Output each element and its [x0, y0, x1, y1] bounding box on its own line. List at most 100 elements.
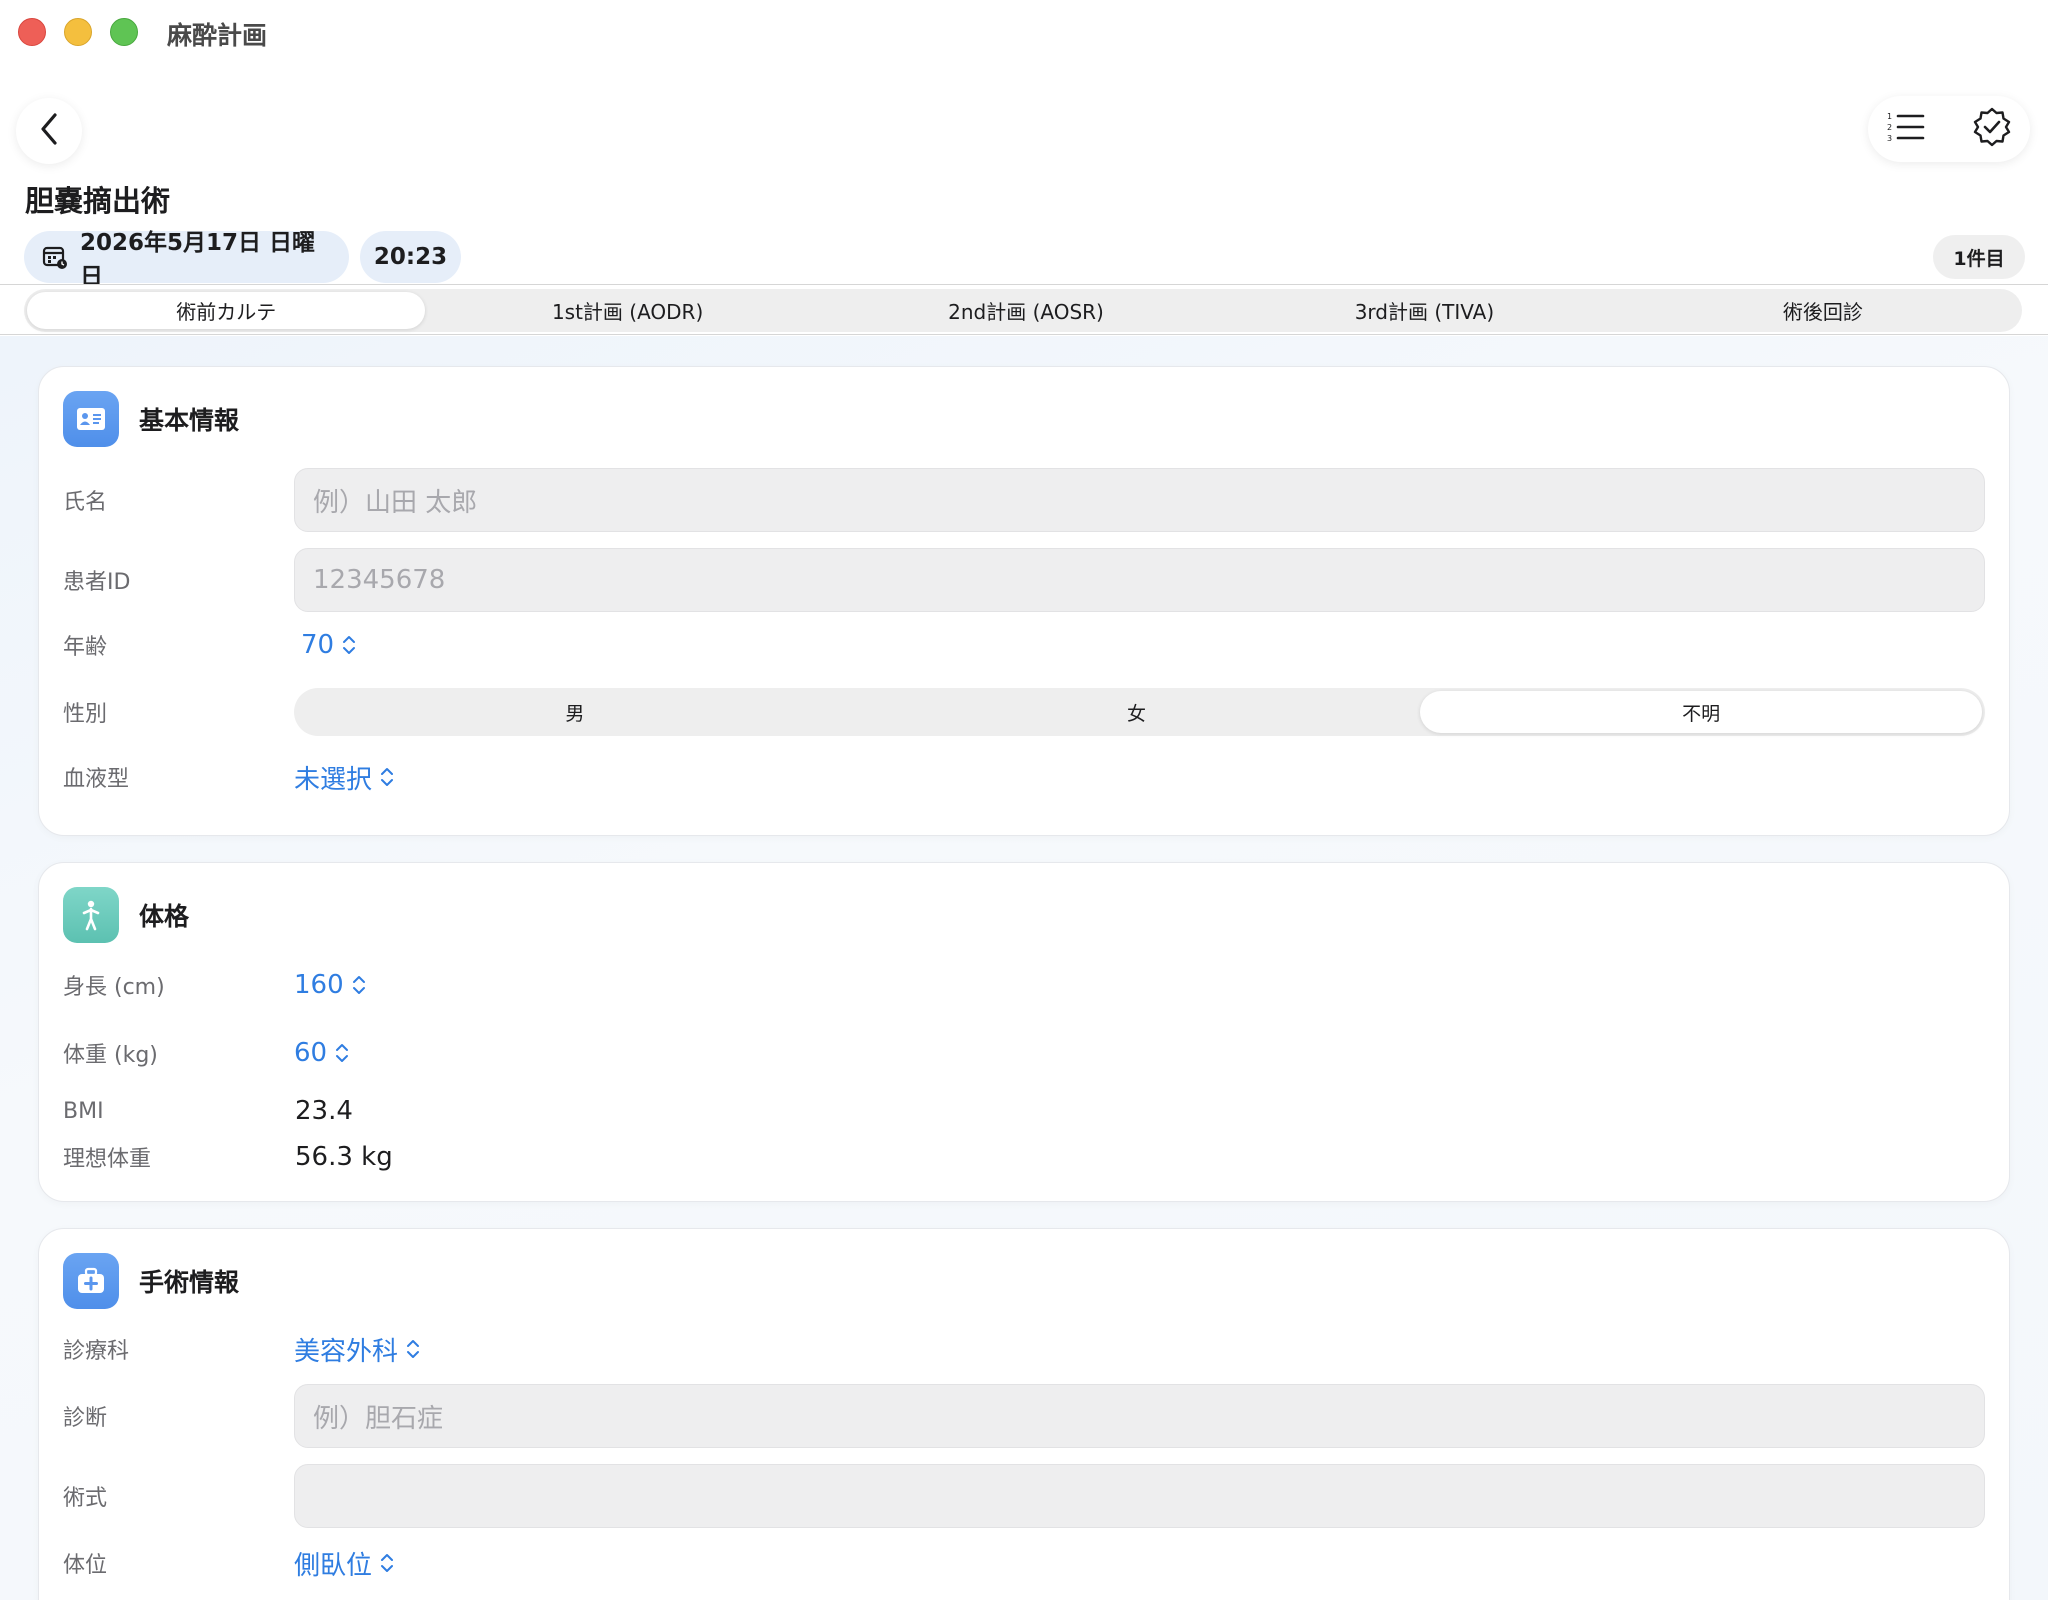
app-title: 麻酔計画 — [167, 21, 268, 50]
age-label: 年齢 — [63, 635, 108, 660]
height-label: 身長 (cm) — [63, 975, 165, 1000]
department-row: 診療科 美容外科 — [63, 1329, 1985, 1369]
height-row: 身長 (cm) 160 — [63, 965, 1985, 1005]
calendar-icon — [42, 244, 68, 270]
tab-third-plan[interactable]: 3rd計画 (TIVA) — [1225, 289, 1623, 332]
form-scroll-area[interactable]: 基本情報 氏名 例）山田 太郎 患者ID 12345678 年齢 70 性別 男… — [0, 336, 2048, 1600]
name-label: 氏名 — [63, 490, 108, 515]
surgery-info-header: 手術情報 — [63, 1253, 239, 1309]
name-placeholder: 例）山田 太郎 — [313, 487, 478, 518]
list-button[interactable]: 1 2 3 — [1886, 109, 1926, 149]
sex-option-unknown[interactable]: 不明 — [1420, 691, 1983, 733]
close-window-button[interactable] — [18, 18, 46, 46]
procedure-label: 術式 — [63, 1486, 108, 1511]
age-picker[interactable]: 70 — [301, 630, 356, 660]
tab-bar-container: 術前カルテ 1st計画 (AODR) 2nd計画 (AOSR) 3rd計画 (T… — [0, 284, 2048, 335]
svg-text:3: 3 — [1887, 134, 1892, 143]
blood-type-value: 未選択 — [294, 764, 373, 795]
ideal-weight-row: 理想体重 56.3 kg — [63, 1139, 1985, 1175]
title-bar: 麻酔計画 — [0, 0, 2048, 64]
weight-picker[interactable]: 60 — [294, 1038, 349, 1068]
chevron-up-down-icon — [335, 1042, 349, 1064]
basic-info-title: 基本情報 — [139, 406, 240, 435]
blood-type-picker[interactable]: 未選択 — [294, 759, 394, 796]
sex-option-male[interactable]: 男 — [294, 688, 856, 736]
basic-info-card: 基本情報 氏名 例）山田 太郎 患者ID 12345678 年齢 70 性別 男… — [38, 366, 2010, 836]
chevron-up-down-icon — [406, 1338, 420, 1360]
tab-first-plan[interactable]: 1st計画 (AODR) — [428, 289, 826, 332]
physique-card: 体格 身長 (cm) 160 体重 (kg) 60 BMI 23.4 理想体重 … — [38, 862, 2010, 1202]
bmi-value: 23.4 — [295, 1096, 353, 1126]
weight-row: 体重 (kg) 60 — [63, 1033, 1985, 1073]
record-count-badge[interactable]: 1件目 — [1933, 235, 2025, 279]
procedure-input[interactable] — [294, 1464, 1985, 1528]
toolbar-actions: 1 2 3 — [1868, 96, 2030, 162]
patient-id-input[interactable]: 12345678 — [294, 548, 1985, 612]
patient-id-row: 患者ID 12345678 — [63, 547, 1985, 613]
diagnosis-label: 診断 — [63, 1406, 108, 1431]
time-label: 20:23 — [373, 244, 448, 270]
chevron-up-down-icon — [380, 1552, 394, 1574]
physique-header: 体格 — [63, 887, 189, 943]
diagnosis-placeholder: 例）胆石症 — [313, 1403, 444, 1434]
department-picker[interactable]: 美容外科 — [294, 1331, 420, 1368]
patient-id-placeholder: 12345678 — [313, 565, 446, 595]
date-label: 2026年5月17日 日曜日 — [80, 230, 316, 290]
minimize-window-button[interactable] — [64, 18, 92, 46]
page-title: 胆嚢摘出術 — [25, 184, 171, 218]
medical-kit-icon — [63, 1253, 119, 1309]
height-picker[interactable]: 160 — [294, 970, 366, 1000]
tab-second-plan[interactable]: 2nd計画 (AOSR) — [827, 289, 1225, 332]
weight-label: 体重 (kg) — [63, 1043, 158, 1068]
record-count-label: 1件目 — [1953, 247, 2005, 270]
time-picker[interactable]: 20:23 — [360, 231, 461, 283]
name-input[interactable]: 例）山田 太郎 — [294, 468, 1985, 532]
name-row: 氏名 例）山田 太郎 — [63, 467, 1985, 533]
person-standing-icon — [63, 887, 119, 943]
age-row: 年齢 70 — [63, 625, 1985, 665]
bmi-label: BMI — [63, 1098, 104, 1124]
procedure-row: 術式 — [63, 1463, 1985, 1529]
tab-preop-chart[interactable]: 術前カルテ — [27, 292, 426, 329]
chevron-up-down-icon — [342, 634, 356, 656]
blood-type-row: 血液型 未選択 — [63, 757, 1985, 797]
basic-info-header: 基本情報 — [63, 391, 239, 447]
bmi-row: BMI 23.4 — [63, 1093, 1985, 1129]
height-value: 160 — [294, 970, 344, 1000]
svg-text:1: 1 — [1887, 112, 1892, 121]
position-picker[interactable]: 側臥位 — [294, 1545, 394, 1582]
patient-id-label: 患者ID — [63, 570, 131, 595]
diagnosis-input[interactable]: 例）胆石症 — [294, 1384, 1985, 1448]
diagnosis-row: 診断 例）胆石症 — [63, 1383, 1985, 1449]
position-label: 体位 — [63, 1553, 108, 1578]
surgery-info-title: 手術情報 — [139, 1268, 240, 1297]
confirm-button[interactable] — [1972, 107, 2012, 151]
ideal-weight-value: 56.3 kg — [295, 1142, 393, 1172]
physique-title: 体格 — [139, 902, 190, 931]
zoom-window-button[interactable] — [110, 18, 138, 46]
surgery-info-card: 手術情報 診療科 美容外科 診断 例）胆石症 術式 体位 側臥位 — [38, 1228, 2010, 1600]
date-picker[interactable]: 2026年5月17日 日曜日 — [24, 230, 349, 290]
sex-row: 性別 男 女 不明 — [63, 687, 1985, 737]
ideal-weight-label: 理想体重 — [63, 1147, 152, 1172]
back-button[interactable] — [16, 98, 82, 164]
sex-option-female[interactable]: 女 — [856, 688, 1418, 736]
svg-text:2: 2 — [1887, 123, 1892, 132]
chevron-up-down-icon — [352, 974, 366, 996]
chevron-left-icon — [38, 112, 60, 150]
sex-label: 性別 — [63, 702, 108, 727]
age-value: 70 — [301, 630, 335, 660]
position-row: 体位 側臥位 — [63, 1543, 1985, 1583]
blood-type-label: 血液型 — [63, 767, 130, 792]
department-label: 診療科 — [63, 1339, 130, 1364]
checkmark-seal-icon — [1972, 107, 2012, 151]
weight-value: 60 — [294, 1038, 328, 1068]
department-value: 美容外科 — [294, 1336, 399, 1367]
chevron-up-down-icon — [380, 766, 394, 788]
sex-segmented-control: 男 女 不明 — [294, 688, 1985, 736]
id-card-icon — [63, 391, 119, 447]
app-window: 麻酔計画 1 2 3 胆嚢摘出術 2026年5月17日 日曜日 20:23 1件… — [0, 0, 2048, 1600]
tab-postop-visit[interactable]: 術後回診 — [1624, 289, 2022, 332]
position-value: 側臥位 — [294, 1550, 373, 1581]
tab-bar: 術前カルテ 1st計画 (AODR) 2nd計画 (AOSR) 3rd計画 (T… — [24, 289, 2022, 332]
